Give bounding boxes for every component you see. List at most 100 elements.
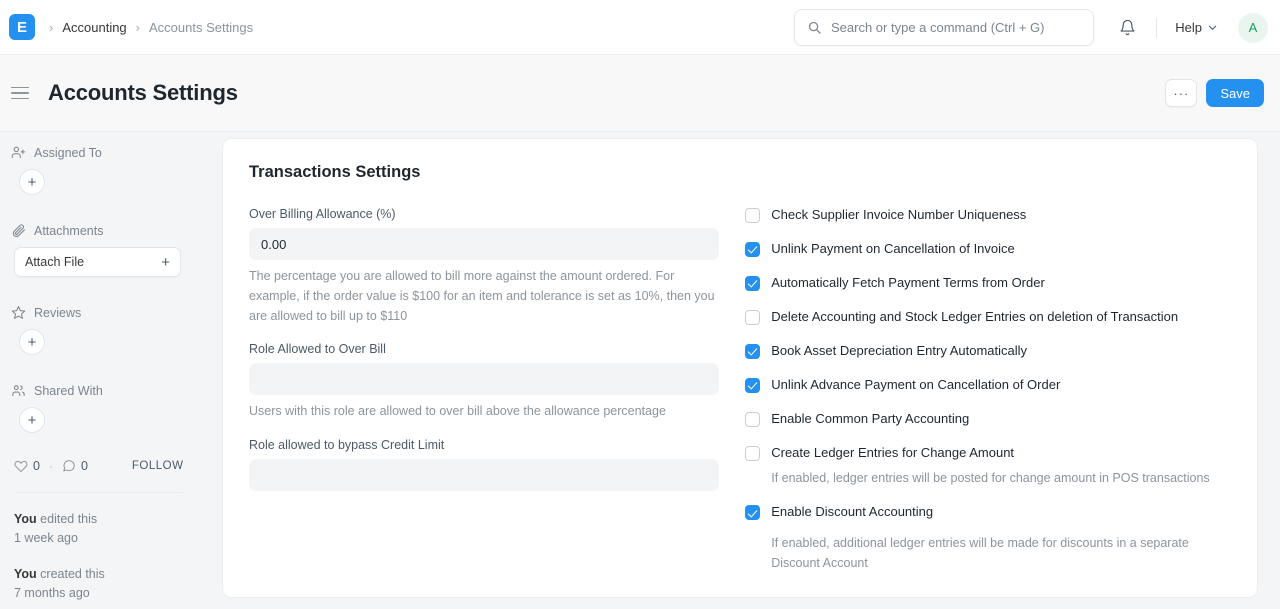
role-allowed-over-bill-input[interactable] (249, 363, 719, 395)
top-navbar: E › Accounting › Accounts Settings (0, 0, 1280, 55)
transactions-settings-card: Transactions Settings Over Billing Allow… (222, 138, 1258, 598)
add-share-button[interactable]: + (19, 407, 45, 433)
checkbox-fetch-payment-terms[interactable] (745, 276, 760, 291)
page-body: Assigned To + Attachments Attach File + (0, 132, 1280, 609)
attach-file-label: Attach File (25, 255, 84, 269)
checkbox-row-enable-discount-accounting[interactable]: Enable Discount Accounting (745, 504, 1231, 520)
activity-actor: You (14, 567, 37, 581)
sidebar-section-shared-with: Shared With + (11, 383, 196, 433)
checkbox-label[interactable]: Check Supplier Invoice Number Uniqueness (771, 207, 1026, 223)
spacer-3 (11, 361, 196, 383)
notifications-button[interactable] (1110, 11, 1144, 45)
field-role-bypass-credit-limit: Role allowed to bypass Credit Limit (249, 438, 719, 491)
app-root: E › Accounting › Accounts Settings (0, 0, 1280, 609)
checkbox-common-party-accounting[interactable] (745, 412, 760, 427)
avatar[interactable]: A (1238, 13, 1268, 43)
checkbox-row-supplier-invoice-uniqueness[interactable]: Check Supplier Invoice Number Uniqueness (745, 207, 1231, 223)
page-header-actions: ··· Save (1165, 79, 1264, 107)
hamburger-icon[interactable] (11, 82, 33, 104)
checkbox-row-book-asset-depreciation[interactable]: Book Asset Depreciation Entry Automatica… (745, 343, 1231, 359)
shared-with-header: Shared With (11, 383, 196, 398)
comment-count: 0 (81, 459, 88, 473)
attach-file-button[interactable]: Attach File + (14, 247, 181, 277)
checkbox-label[interactable]: Create Ledger Entries for Change Amount (771, 445, 1014, 461)
spacer-2 (11, 283, 196, 305)
breadcrumb-current: Accounts Settings (149, 20, 253, 35)
checkbox-label[interactable]: Unlink Advance Payment on Cancellation o… (771, 377, 1060, 393)
like-button[interactable]: 0 (14, 459, 40, 473)
breadcrumb-separator-2: › (136, 21, 140, 34)
checkbox-row-unlink-advance-payment[interactable]: Unlink Advance Payment on Cancellation o… (745, 377, 1231, 393)
checkbox-label[interactable]: Enable Common Party Accounting (771, 411, 969, 427)
assigned-to-label: Assigned To (34, 146, 102, 160)
breadcrumb-separator-1: › (49, 21, 53, 34)
breadcrumb: › Accounting › Accounts Settings (49, 20, 253, 35)
page-header: Accounts Settings ··· Save (0, 55, 1280, 132)
reviews-header: Reviews (11, 305, 196, 320)
shared-with-label: Shared With (34, 384, 103, 398)
form-sidebar: Assigned To + Attachments Attach File + (0, 132, 210, 609)
role-bypass-credit-limit-input[interactable] (249, 459, 719, 491)
checkbox-row-unlink-payment-cancel-invoice[interactable]: Unlink Payment on Cancellation of Invoic… (745, 241, 1231, 257)
navbar-divider (1156, 18, 1157, 38)
bell-icon (1119, 19, 1136, 36)
help-menu-button[interactable]: Help (1169, 15, 1224, 40)
star-icon (11, 305, 26, 320)
add-review-button[interactable]: + (19, 329, 45, 355)
social-dot-separator: · (49, 459, 53, 473)
checkbox-supplier-invoice-uniqueness[interactable] (745, 208, 760, 223)
paperclip-icon (11, 223, 26, 238)
checkbox-label[interactable]: Delete Accounting and Stock Ledger Entri… (771, 309, 1178, 325)
section-title: Transactions Settings (249, 163, 1231, 182)
add-assignment-button[interactable]: + (19, 169, 45, 195)
activity-action: created this (37, 567, 105, 581)
field-description: Users with this role are allowed to over… (249, 402, 719, 422)
checkbox-label[interactable]: Book Asset Depreciation Entry Automatica… (771, 343, 1027, 359)
checkbox-label[interactable]: Unlink Payment on Cancellation of Invoic… (771, 241, 1015, 257)
checkbox-create-ledger-change-amount[interactable] (745, 446, 760, 461)
activity-log: You edited this 1 week ago You created t… (14, 510, 196, 604)
more-options-button[interactable]: ··· (1165, 79, 1197, 107)
checkbox-enable-discount-accounting[interactable] (745, 505, 760, 520)
save-button[interactable]: Save (1206, 79, 1264, 107)
sidebar-section-attachments: Attachments Attach File + (11, 223, 196, 277)
social-actions: 0 · 0 FOLLOW (14, 459, 196, 473)
checkbox-delete-ledger-entries[interactable] (745, 310, 760, 325)
breadcrumb-item-accounting[interactable]: Accounting (62, 20, 126, 35)
user-plus-icon (11, 145, 26, 160)
plus-icon: + (161, 254, 170, 271)
follow-button[interactable]: FOLLOW (132, 460, 184, 472)
checkbox-description: If enabled, ledger entries will be poste… (771, 469, 1231, 488)
app-logo[interactable]: E (9, 14, 35, 40)
search-bar[interactable] (794, 9, 1094, 46)
help-label: Help (1175, 20, 1202, 35)
checkbox-row-common-party-accounting[interactable]: Enable Common Party Accounting (745, 411, 1231, 427)
sidebar-section-assigned-to: Assigned To + (11, 145, 196, 195)
over-billing-allowance-input[interactable] (249, 228, 719, 260)
activity-text: You edited this (14, 510, 196, 529)
checkbox-label[interactable]: Automatically Fetch Payment Terms from O… (771, 275, 1045, 291)
checkbox-unlink-advance-payment[interactable] (745, 378, 760, 393)
checkbox-unlink-payment-cancel-invoice[interactable] (745, 242, 760, 257)
attachments-header: Attachments (11, 223, 196, 238)
checkbox-row-create-ledger-change-amount[interactable]: Create Ledger Entries for Change Amount (745, 445, 1231, 461)
comment-icon (62, 459, 76, 473)
assigned-to-header: Assigned To (11, 145, 196, 160)
checkbox-label[interactable]: Enable Discount Accounting (771, 504, 933, 520)
activity-item: You edited this 1 week ago (14, 510, 196, 549)
like-count: 0 (33, 459, 40, 473)
search-input[interactable] (831, 20, 1081, 35)
settings-columns: Over Billing Allowance (%) The percentag… (249, 207, 1231, 589)
checkbox-book-asset-depreciation[interactable] (745, 344, 760, 359)
checkbox-row-delete-ledger-entries[interactable]: Delete Accounting and Stock Ledger Entri… (745, 309, 1231, 325)
checkbox-row-fetch-payment-terms[interactable]: Automatically Fetch Payment Terms from O… (745, 275, 1231, 291)
attachments-label: Attachments (34, 224, 103, 238)
field-over-billing-allowance: Over Billing Allowance (%) The percentag… (249, 207, 719, 326)
activity-time: 7 months ago (14, 584, 196, 603)
users-icon (11, 383, 26, 398)
settings-column-left: Over Billing Allowance (%) The percentag… (249, 207, 719, 589)
search-icon (807, 20, 822, 35)
activity-time: 1 week ago (14, 529, 196, 548)
field-description: The percentage you are allowed to bill m… (249, 267, 719, 326)
comment-button[interactable]: 0 (62, 459, 88, 473)
